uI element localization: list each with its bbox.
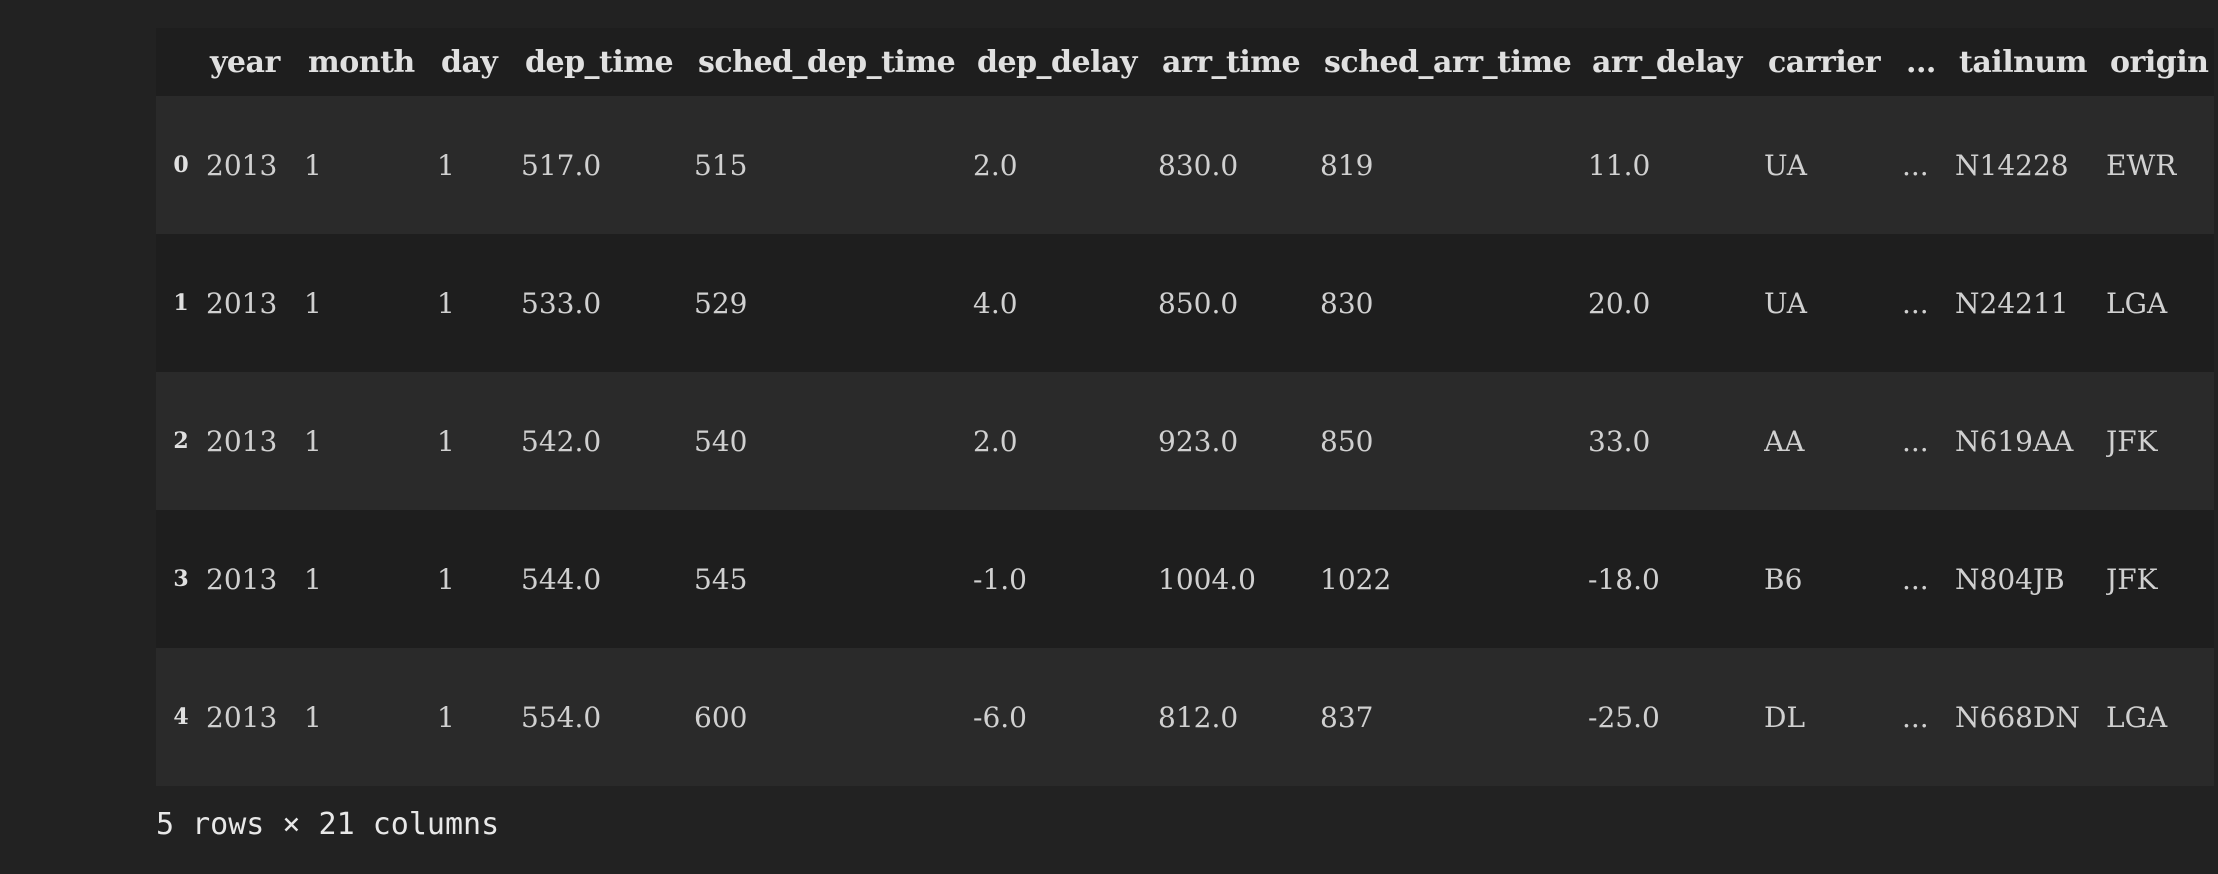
- table-cell: -6.0: [973, 700, 1027, 734]
- column-header: day: [441, 44, 498, 80]
- table-cell: 2013: [206, 286, 278, 320]
- table-row: 2 2013 1 1 542.0 540 2.0 923.0 850 33.0 …: [156, 372, 2214, 510]
- column-header: arr_delay: [1592, 44, 1742, 80]
- table-cell: 923.0: [1158, 424, 1239, 458]
- table-cell: 11.0: [1588, 148, 1651, 182]
- table-cell: 2013: [206, 562, 278, 596]
- table-cell: 2013: [206, 424, 278, 458]
- row-index: 4: [173, 704, 189, 730]
- table-cell: -1.0: [973, 562, 1027, 596]
- row-index: 0: [173, 152, 189, 178]
- table-cell: 20.0: [1588, 286, 1651, 320]
- table-cell: 1: [437, 562, 455, 596]
- table-cell: N24211: [1955, 286, 2069, 320]
- table-cell: 1: [437, 424, 455, 458]
- table-cell: N668DN: [1955, 700, 2080, 734]
- table-cell: 819: [1320, 148, 1374, 182]
- dataframe-table: year month day dep_time sched_dep_time d…: [156, 28, 2214, 786]
- table-cell: LGA: [2106, 286, 2168, 320]
- table-cell: EWR: [2106, 148, 2177, 182]
- column-header: sched_arr_time: [1324, 44, 1572, 80]
- table-cell-ellipsis: ...: [1902, 562, 1929, 596]
- table-cell: LGA: [2106, 700, 2168, 734]
- table-cell: 2.0: [973, 424, 1018, 458]
- table-cell: 542.0: [521, 424, 602, 458]
- table-cell: 830.0: [1158, 148, 1239, 182]
- table-cell: 600: [694, 700, 748, 734]
- table-cell: JFK: [2106, 424, 2158, 458]
- table-cell: 515: [694, 148, 748, 182]
- table-cell: 850.0: [1158, 286, 1239, 320]
- column-header: dep_time: [525, 44, 674, 80]
- table-cell: 1: [437, 286, 455, 320]
- column-header: dep_delay: [977, 44, 1137, 80]
- table-row: 4 2013 1 1 554.0 600 -6.0 812.0 837 -25.…: [156, 648, 2214, 786]
- table-cell: 1: [304, 424, 322, 458]
- table-row: 0 2013 1 1 517.0 515 2.0 830.0 819 11.0 …: [156, 96, 2214, 234]
- table-cell: 517.0: [521, 148, 602, 182]
- column-header: origin: [2110, 44, 2209, 80]
- table-cell: 1: [304, 700, 322, 734]
- row-index: 1: [173, 290, 189, 316]
- column-header: carrier: [1768, 44, 1881, 80]
- header-row: year month day dep_time sched_dep_time d…: [156, 28, 2214, 96]
- table-cell: B6: [1764, 562, 1803, 596]
- table-cell: N14228: [1955, 148, 2069, 182]
- table-cell: 1: [304, 562, 322, 596]
- table-cell: 830: [1320, 286, 1374, 320]
- table-cell: 544.0: [521, 562, 602, 596]
- table-row: 3 2013 1 1 544.0 545 -1.0 1004.0 1022 -1…: [156, 510, 2214, 648]
- dataframe-shape-summary: 5 rows × 21 columns: [156, 807, 500, 842]
- row-index: 3: [173, 566, 189, 592]
- table-cell-ellipsis: ...: [1902, 424, 1929, 458]
- table-cell: N619AA: [1955, 424, 2074, 458]
- column-header-ellipsis: ...: [1906, 44, 1936, 80]
- table-cell-ellipsis: ...: [1902, 700, 1929, 734]
- column-header: sched_dep_time: [698, 44, 956, 80]
- table-cell: -25.0: [1588, 700, 1660, 734]
- table-cell: N804JB: [1955, 562, 2065, 596]
- row-index: 2: [173, 428, 189, 454]
- table-cell: 2013: [206, 700, 278, 734]
- index-header: [156, 28, 206, 96]
- table-cell: 850: [1320, 424, 1374, 458]
- table-cell: 533.0: [521, 286, 602, 320]
- table-cell: 4.0: [973, 286, 1018, 320]
- table-cell: JFK: [2106, 562, 2158, 596]
- column-header: arr_time: [1162, 44, 1301, 80]
- table-cell: 554.0: [521, 700, 602, 734]
- table-cell: 2.0: [973, 148, 1018, 182]
- table-cell-ellipsis: ...: [1902, 148, 1929, 182]
- table-cell: 1022: [1320, 562, 1392, 596]
- table-cell: 1: [304, 286, 322, 320]
- table-cell: 1: [437, 700, 455, 734]
- dataframe-output: year month day dep_time sched_dep_time d…: [156, 28, 2218, 786]
- column-header: year: [210, 44, 280, 80]
- table-cell: AA: [1764, 424, 1805, 458]
- table-cell: 2013: [206, 148, 278, 182]
- table-cell: 33.0: [1588, 424, 1651, 458]
- table-cell: 540: [694, 424, 748, 458]
- table-cell-ellipsis: ...: [1902, 286, 1929, 320]
- table-cell: DL: [1764, 700, 1806, 734]
- table-cell: UA: [1764, 286, 1807, 320]
- table-cell: 529: [694, 286, 748, 320]
- table-cell: 837: [1320, 700, 1374, 734]
- table-cell: UA: [1764, 148, 1807, 182]
- table-cell: 545: [694, 562, 748, 596]
- column-header: tailnum: [1959, 44, 2087, 80]
- table-cell: 1004.0: [1158, 562, 1256, 596]
- table-cell: 812.0: [1158, 700, 1239, 734]
- table-cell: 1: [304, 148, 322, 182]
- table-cell: 1: [437, 148, 455, 182]
- column-header: month: [308, 44, 415, 80]
- table-cell: -18.0: [1588, 562, 1660, 596]
- table-row: 1 2013 1 1 533.0 529 4.0 850.0 830 20.0 …: [156, 234, 2214, 372]
